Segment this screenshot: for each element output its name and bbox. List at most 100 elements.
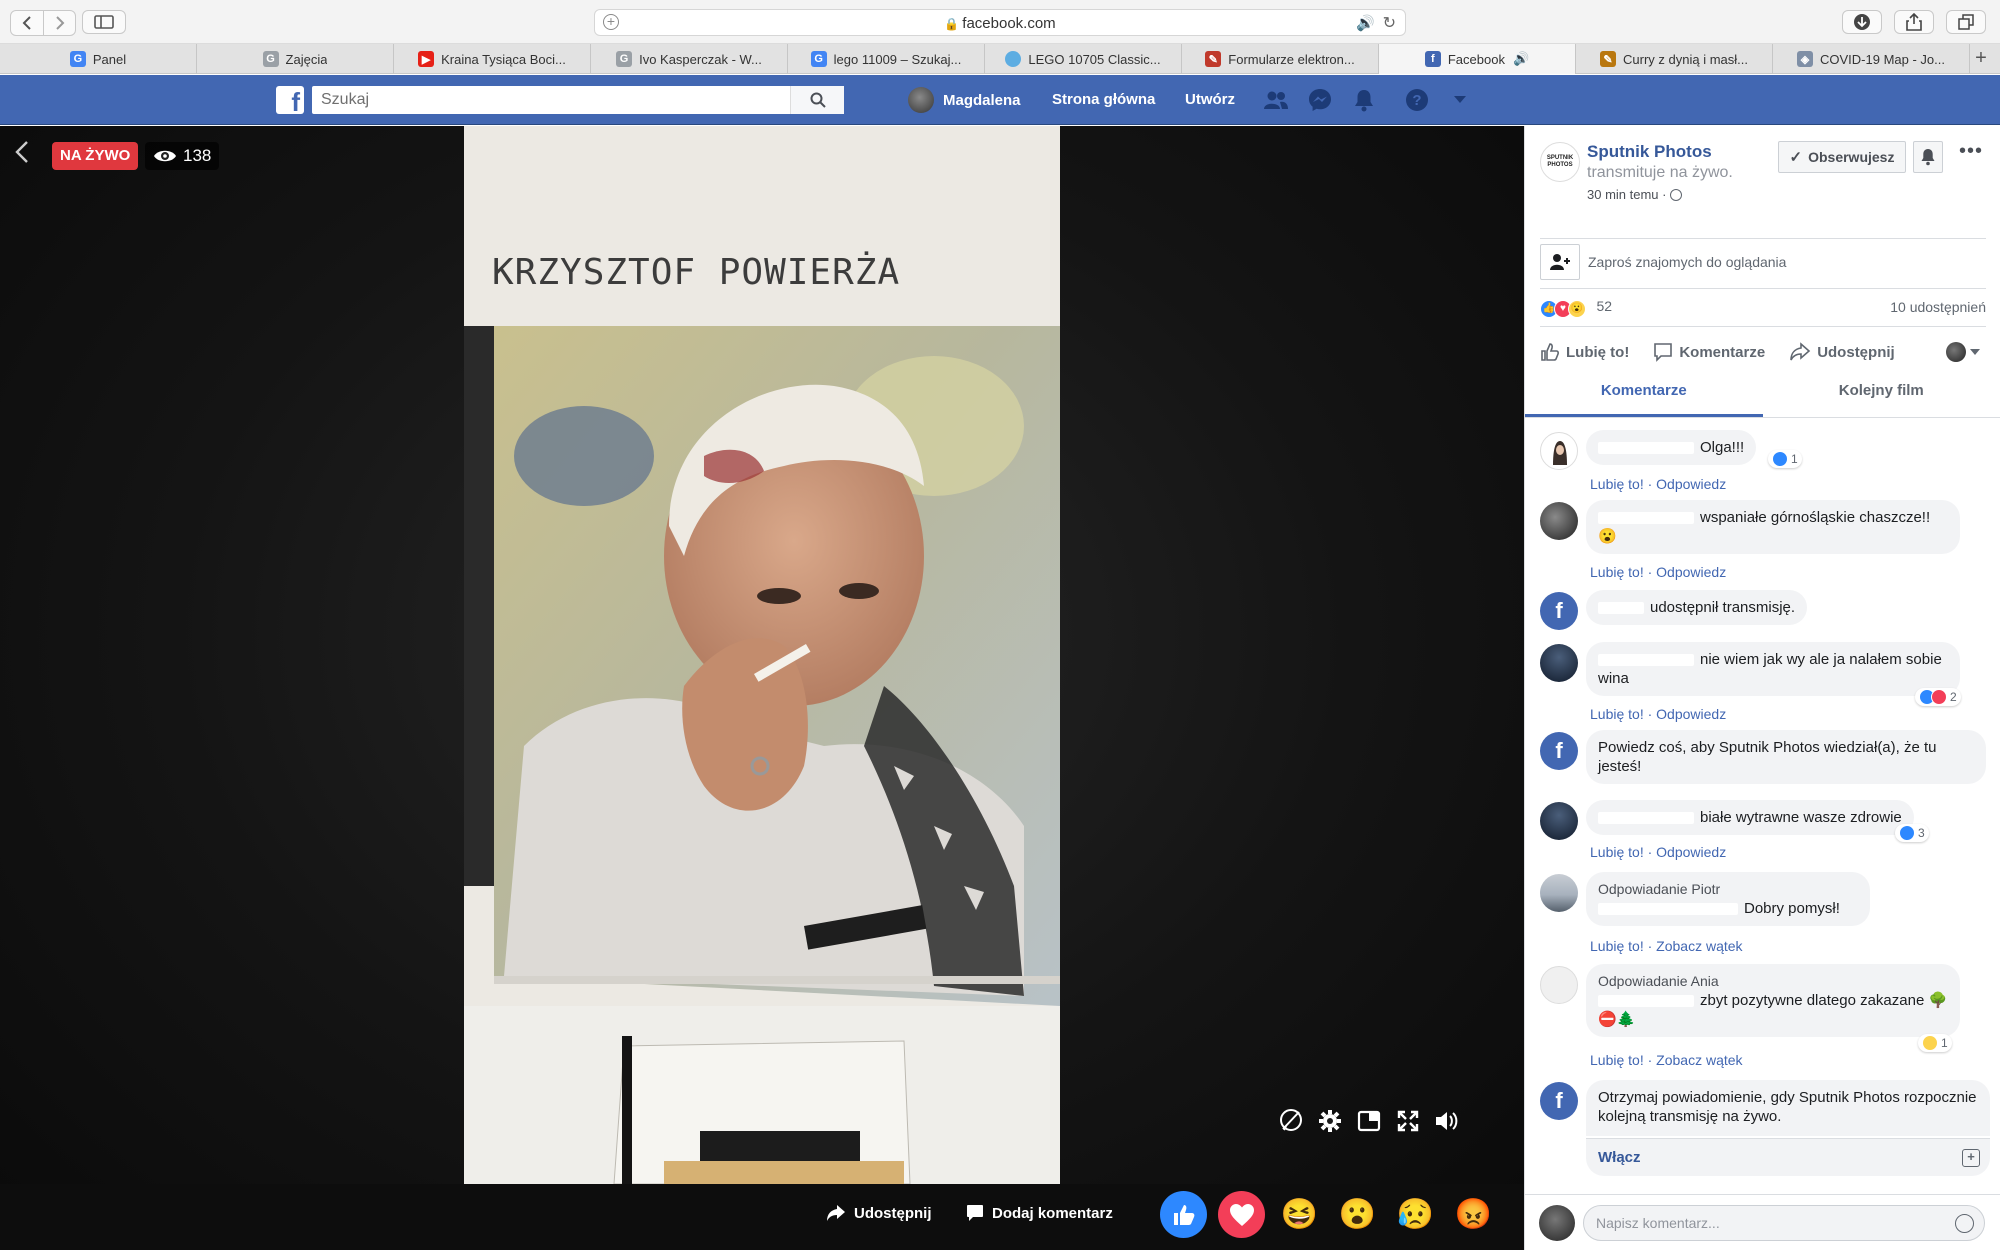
share-count[interactable]: 10 udostępnień xyxy=(1890,299,1986,315)
messenger-button[interactable] xyxy=(1307,87,1333,113)
browser-tab[interactable]: G Zajęcia xyxy=(197,44,394,74)
browser-tab[interactable]: LEGO 10705 Classic... xyxy=(985,44,1182,74)
sidebar-toggle-button[interactable] xyxy=(82,10,126,34)
comment-like-link[interactable]: Lubię to! xyxy=(1590,564,1644,580)
comment-like-link[interactable]: Lubię to! xyxy=(1590,476,1644,492)
comment-reactions[interactable]: 1 xyxy=(1918,1034,1952,1052)
audio-playing-icon[interactable]: 🔊 xyxy=(1356,14,1375,32)
classroom-icon: G xyxy=(262,51,279,67)
search-button[interactable] xyxy=(790,86,844,114)
comment-bubble: Olga!!! xyxy=(1586,430,1757,465)
comment-reply-link[interactable]: Odpowiedz xyxy=(1656,564,1726,580)
reaction-sad-button[interactable]: 😥 xyxy=(1392,1191,1439,1238)
enable-notifications-button[interactable]: Włącz + xyxy=(1586,1138,1990,1176)
redacted-author xyxy=(1598,654,1694,667)
reaction-summary[interactable]: 👍 ♥ 😮 52 10 udostępnień xyxy=(1540,298,1986,318)
close-video-button[interactable] xyxy=(14,140,34,164)
friend-requests-button[interactable] xyxy=(1263,87,1289,113)
download-icon xyxy=(1854,14,1870,30)
reload-icon[interactable]: ↻ xyxy=(1383,13,1396,33)
live-video-player[interactable]: NA ŻYWO 138 KRZYSZTOF POWIERŻA Udostępni… xyxy=(0,126,1524,1250)
comment-reply-link[interactable]: Odpowiedz xyxy=(1656,706,1726,722)
page-name-link[interactable]: Sputnik Photos xyxy=(1587,142,1712,162)
youtube-icon: ▶ xyxy=(418,51,435,67)
comment-reactions[interactable]: 3 xyxy=(1895,824,1929,842)
browser-toolbar: + 🔒 facebook.com 🔊 ↻ xyxy=(0,0,2000,44)
hide-comments-button[interactable] xyxy=(1276,1106,1305,1135)
comment-input[interactable] xyxy=(1584,1206,1924,1240)
comment-like-link[interactable]: Lubię to! xyxy=(1590,706,1644,722)
reaction-wow-button[interactable]: 😮 xyxy=(1334,1191,1381,1238)
page-notifications-button[interactable] xyxy=(1913,141,1943,173)
share-post-button[interactable]: Udostępnij xyxy=(1789,342,1895,362)
tabs-overview-button[interactable] xyxy=(1946,10,1986,34)
account-menu-button[interactable] xyxy=(1447,87,1473,113)
facebook-logo-icon[interactable]: f xyxy=(276,86,304,114)
facebook-icon: f xyxy=(1540,732,1578,770)
help-button[interactable]: ? xyxy=(1404,87,1430,113)
page-avatar[interactable]: SPUTNIK PHOTOS xyxy=(1540,142,1580,182)
browser-tab[interactable]: Glego 11009 – Szukaj... xyxy=(788,44,985,74)
comment-reply-link[interactable]: Odpowiedz xyxy=(1656,844,1726,860)
home-link[interactable]: Strona główna xyxy=(1052,91,1155,108)
tab-label: Kraina Tysiąca Boci... xyxy=(441,51,566,67)
divider xyxy=(1540,326,1986,327)
following-button[interactable]: ✓ Obserwujesz xyxy=(1778,141,1906,173)
create-link[interactable]: Utwórz xyxy=(1185,91,1235,108)
address-bar[interactable]: + 🔒 facebook.com 🔊 ↻ xyxy=(594,9,1406,36)
add-comment-button[interactable]: Dodaj komentarz xyxy=(966,1204,1113,1222)
browser-tab[interactable]: G Panel xyxy=(0,44,197,74)
browser-tab[interactable]: ✎ Formularze elektron... xyxy=(1182,44,1379,74)
live-badge: NA ŻYWO xyxy=(52,142,139,170)
comment-button[interactable]: Komentarze xyxy=(1653,342,1765,362)
circle-site-icon xyxy=(1005,51,1022,67)
share-button[interactable] xyxy=(1894,10,1934,34)
photo-caption-title: KRZYSZTOF POWIERŻA xyxy=(492,252,901,293)
redacted-author xyxy=(1598,602,1644,615)
reaction-angry-button[interactable]: 😡 xyxy=(1450,1191,1497,1238)
facebook-top-bar: f Magdalena Strona główna Utwórz ? xyxy=(0,75,2000,125)
share-arrow-icon xyxy=(827,1205,845,1221)
comment-reply-link[interactable]: Odpowiedz xyxy=(1656,476,1726,492)
post-as-selector[interactable] xyxy=(1946,342,1986,362)
comment-reactions[interactable]: 1 xyxy=(1768,450,1802,468)
reaction-count: 52 xyxy=(1596,298,1613,314)
tab-comments[interactable]: Komentarze xyxy=(1525,374,1763,417)
back-button[interactable] xyxy=(11,11,43,35)
reaction-love-button[interactable] xyxy=(1218,1191,1265,1238)
view-thread-link[interactable]: Zobacz wątek xyxy=(1656,938,1742,954)
more-options-icon[interactable]: ••• xyxy=(1959,140,1983,163)
notifications-button[interactable] xyxy=(1351,87,1377,113)
comment-like-link[interactable]: Lubię to! xyxy=(1590,844,1644,860)
browser-tab[interactable]: ✎ Curry z dynią i masł... xyxy=(1576,44,1773,74)
new-tab-button[interactable]: + xyxy=(1970,44,1992,73)
browser-tab[interactable]: ▶ Kraina Tysiąca Boci... xyxy=(394,44,591,74)
tabs-icon xyxy=(1958,14,1974,30)
forward-button[interactable] xyxy=(43,11,75,35)
comment-reactions[interactable]: 2 xyxy=(1915,688,1961,706)
reaction-like-button[interactable] xyxy=(1160,1191,1207,1238)
volume-button[interactable] xyxy=(1432,1106,1461,1135)
picture-in-picture-button[interactable] xyxy=(1354,1106,1383,1135)
browser-tab[interactable]: f Facebook 🔊 xyxy=(1379,44,1576,74)
tab-audio-icon[interactable]: 🔊 xyxy=(1513,51,1529,67)
eye-icon xyxy=(154,150,176,162)
view-thread-link[interactable]: Zobacz wątek xyxy=(1656,1052,1742,1068)
search-input[interactable] xyxy=(312,86,792,114)
settings-button[interactable] xyxy=(1315,1106,1344,1135)
reaction-haha-button[interactable]: 😆 xyxy=(1276,1191,1323,1238)
comment-icon xyxy=(1654,343,1673,362)
invite-friends-row[interactable]: Zaproś znajomych do oglądania xyxy=(1540,244,1786,280)
like-button[interactable]: Lubię to! xyxy=(1540,342,1629,362)
profile-link[interactable]: Magdalena xyxy=(908,87,1021,113)
tab-next-video[interactable]: Kolejny film xyxy=(1763,374,2000,417)
fullscreen-button[interactable] xyxy=(1393,1106,1422,1135)
emoji-icon[interactable] xyxy=(1955,1214,1974,1233)
comment-input-box xyxy=(1583,1205,1985,1241)
browser-tab[interactable]: ◈ COVID-19 Map - Jo... xyxy=(1773,44,1970,74)
video-share-button[interactable]: Udostępnij xyxy=(826,1204,932,1222)
browser-tab[interactable]: G Ivo Kasperczak - W... xyxy=(591,44,788,74)
downloads-button[interactable] xyxy=(1842,10,1882,34)
comment-like-link[interactable]: Lubię to! xyxy=(1590,938,1644,954)
comment-like-link[interactable]: Lubię to! xyxy=(1590,1052,1644,1068)
